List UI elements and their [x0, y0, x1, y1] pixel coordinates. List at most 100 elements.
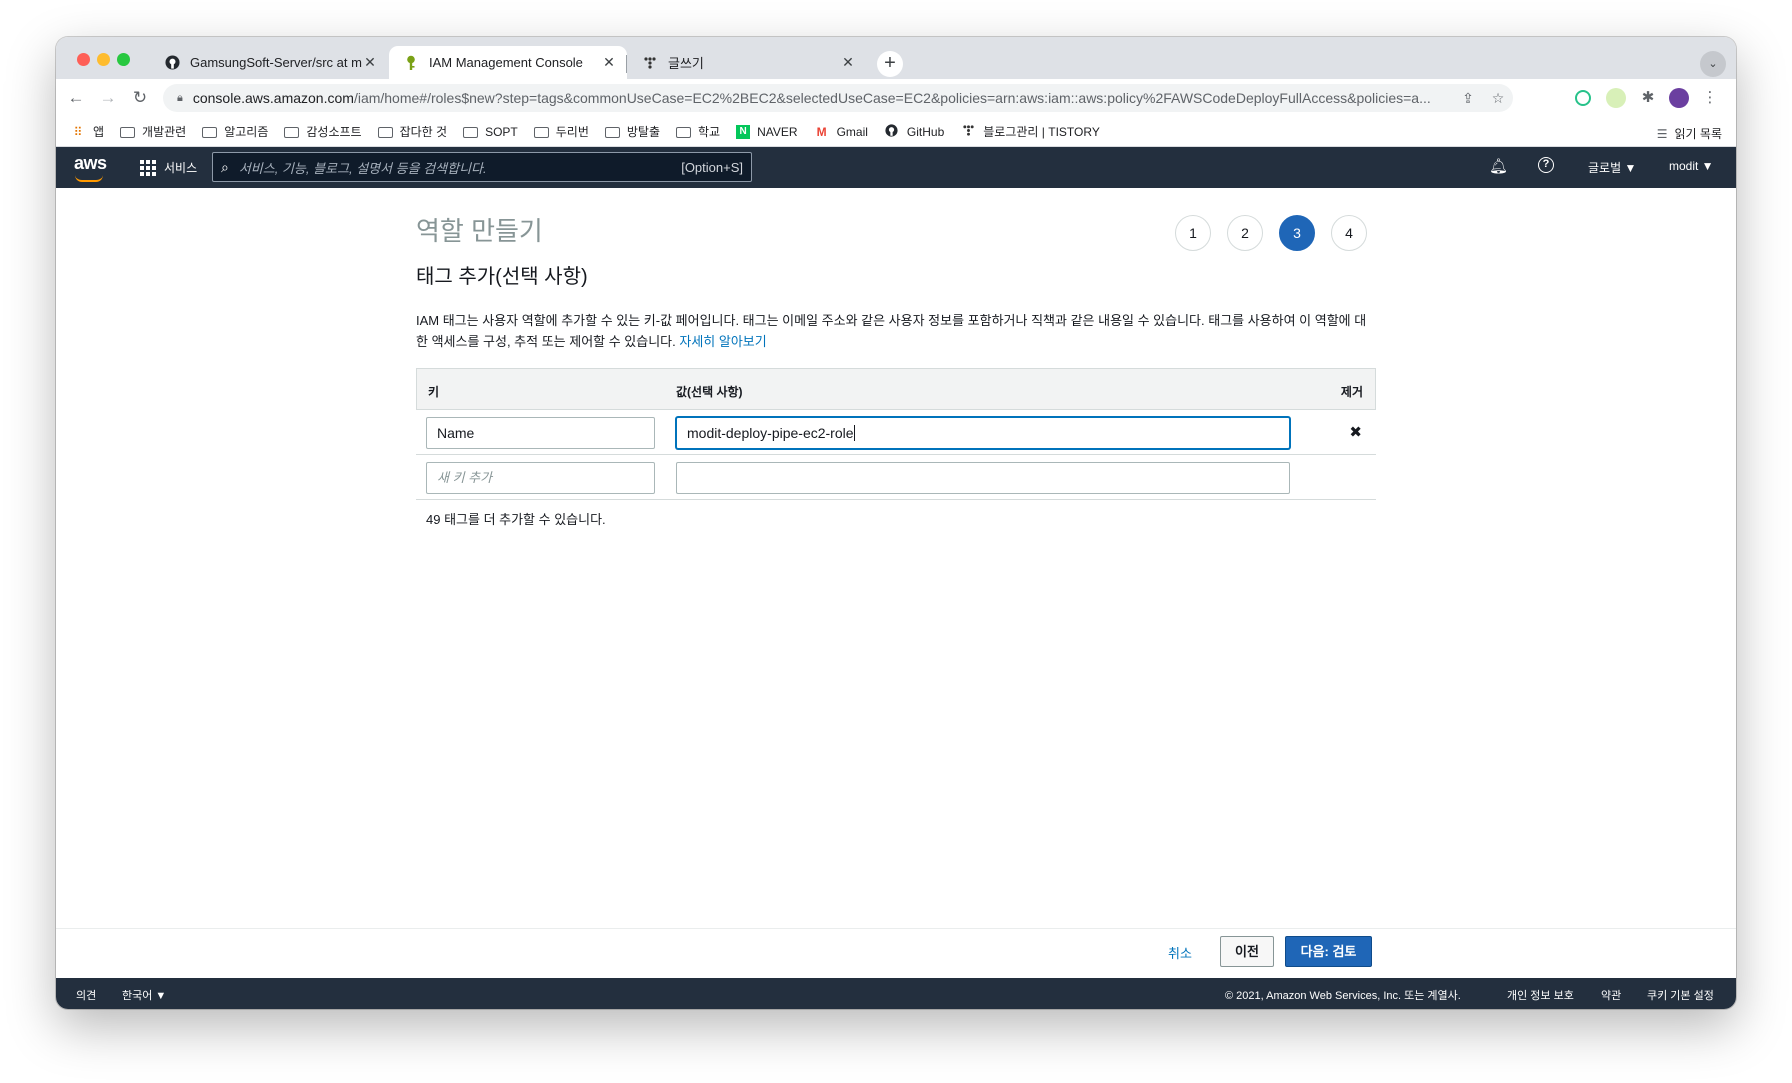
- tab-iam-console[interactable]: IAM Management Console ✕: [389, 46, 627, 79]
- step-4[interactable]: 4: [1331, 215, 1367, 251]
- feedback-link[interactable]: 의견: [76, 987, 96, 1003]
- tab-title: GamsungSoft-Server/src at ma: [190, 55, 362, 70]
- search-icon: ⌕: [221, 158, 229, 175]
- terms-link[interactable]: 약관: [1601, 987, 1621, 1003]
- table-header: 키 값(선택 사항) 제거: [416, 368, 1376, 410]
- bookmark-folder[interactable]: 학교: [676, 123, 720, 140]
- chevron-down-icon: ⌄: [1708, 58, 1718, 70]
- bell-icon[interactable]: 🔔︎: [1489, 157, 1508, 175]
- next-review-button[interactable]: 다음: 검토: [1285, 936, 1372, 967]
- share-icon[interactable]: ⇪: [1453, 90, 1483, 107]
- back-arrow-icon[interactable]: ←: [64, 86, 88, 110]
- bookmark-star-icon[interactable]: ☆: [1483, 90, 1513, 107]
- bookmark-label: GitHub: [906, 124, 945, 139]
- folder-icon: [604, 127, 620, 138]
- close-tab-icon[interactable]: ✕: [601, 54, 617, 71]
- close-tab-icon[interactable]: ✕: [362, 54, 378, 71]
- bookmark-label: SOPT: [485, 124, 518, 139]
- tag-value-input[interactable]: modit-deploy-pipe-ec2-role: [676, 417, 1290, 449]
- kebab-menu-icon[interactable]: ⋮: [1700, 88, 1720, 108]
- console-footer: 의견 한국어 ▼ © 2021, Amazon Web Services, In…: [56, 978, 1736, 1009]
- zoom-window-button[interactable]: [117, 53, 130, 66]
- bookmark-naver[interactable]: N NAVER: [736, 124, 798, 139]
- language-selector[interactable]: 한국어 ▼: [122, 987, 166, 1003]
- services-grid-icon: [140, 159, 156, 176]
- aws-key-icon: [403, 55, 419, 71]
- learn-more-link[interactable]: 자세히 알아보기: [679, 334, 766, 349]
- bookmark-tistory[interactable]: 블로그관리 | TISTORY: [960, 123, 1100, 140]
- bookmark-folder[interactable]: 두리번: [533, 123, 589, 140]
- new-tab-button[interactable]: +: [877, 51, 903, 77]
- bookmark-folder[interactable]: 알고리즘: [202, 123, 268, 140]
- tistory-icon: [642, 55, 658, 71]
- bookmark-label: NAVER: [757, 124, 798, 139]
- tab-strip: GamsungSoft-Server/src at ma ✕ IAM Manag…: [56, 37, 1736, 79]
- close-window-button[interactable]: [77, 53, 90, 66]
- previous-button[interactable]: 이전: [1220, 936, 1274, 967]
- description-text: IAM 태그는 사용자 역할에 추가할 수 있는 키-값 페어입니다. 태그는 …: [416, 313, 1367, 349]
- bookmarks-bar: ⠿ 앱 개발관련 알고리즘 감성소프트 잡다한 것 SOPT 두리번 방탈출 학…: [56, 117, 1736, 147]
- step-1[interactable]: 1: [1175, 215, 1211, 251]
- bookmark-folder[interactable]: 개발관련: [120, 123, 186, 140]
- minimize-window-button[interactable]: [97, 53, 110, 66]
- gmail-icon: M: [816, 124, 827, 139]
- bookmark-apps[interactable]: ⠿ 앱: [70, 123, 104, 140]
- help-icon[interactable]: ?: [1538, 157, 1554, 173]
- column-header-value: 값(선택 사항): [676, 385, 743, 399]
- puzzle-extensions-icon[interactable]: ✱: [1638, 88, 1658, 108]
- naver-icon: N: [736, 124, 751, 139]
- new-value-input[interactable]: [676, 462, 1290, 494]
- tab-search-button[interactable]: ⌄: [1700, 51, 1726, 77]
- bookmark-label: 앱: [93, 125, 105, 139]
- search-placeholder: 서비스, 기능, 블로그, 설명서 등을 검색합니다.: [238, 160, 487, 176]
- cancel-button[interactable]: 취소: [1168, 943, 1192, 962]
- reload-icon[interactable]: ↻: [128, 86, 152, 110]
- reading-list-button[interactable]: ☰ 읽기 목록: [1657, 125, 1722, 142]
- bookmark-github[interactable]: GitHub: [884, 123, 945, 140]
- new-key-input[interactable]: 새 키 추가: [426, 462, 655, 494]
- region-menu[interactable]: 글로벌 ▼: [1588, 159, 1636, 176]
- bookmark-folder[interactable]: 방탈출: [604, 123, 661, 140]
- table-row: Name modit-deploy-pipe-ec2-role ✖: [416, 410, 1376, 455]
- grammarly-extension-icon[interactable]: [1575, 90, 1591, 106]
- bookmark-folder[interactable]: 감성소프트: [284, 123, 362, 140]
- github-icon: [884, 123, 900, 140]
- folder-icon: [120, 127, 136, 138]
- bookmark-label: 블로그관리 | TISTORY: [983, 125, 1100, 139]
- column-header-key: 키: [428, 385, 440, 399]
- github-icon: [164, 55, 180, 71]
- services-label: 서비스: [164, 161, 198, 175]
- account-menu[interactable]: modit ▼: [1669, 159, 1714, 173]
- close-tab-icon[interactable]: ✕: [840, 54, 856, 71]
- bookmark-label: 개발관련: [142, 125, 187, 139]
- privacy-link[interactable]: 개인 정보 보호: [1507, 987, 1574, 1003]
- aws-search-input[interactable]: ⌕ 서비스, 기능, 블로그, 설명서 등을 검색합니다. [Option+S]: [212, 152, 752, 182]
- column-header-remove: 제거: [1340, 385, 1363, 399]
- tab-github[interactable]: GamsungSoft-Server/src at ma ✕: [150, 46, 388, 79]
- profile-avatar[interactable]: [1669, 88, 1689, 108]
- bookmark-label: 감성소프트: [306, 125, 362, 139]
- tab-title: 글쓰기: [668, 56, 704, 71]
- bookmark-label: 방탈출: [626, 125, 661, 139]
- extension-icon[interactable]: [1606, 88, 1626, 108]
- bookmark-folder[interactable]: 잡다한 것: [377, 123, 447, 140]
- tag-key-input[interactable]: Name: [426, 417, 655, 449]
- folder-icon: [676, 127, 692, 138]
- tags-description: IAM 태그는 사용자 역할에 추가할 수 있는 키-값 페어입니다. 태그는 …: [416, 310, 1376, 352]
- bookmark-gmail[interactable]: M Gmail: [814, 125, 868, 139]
- forward-arrow-icon[interactable]: →: [96, 86, 120, 110]
- tab-write[interactable]: 글쓰기 ✕: [628, 46, 866, 79]
- browser-window: GamsungSoft-Server/src at ma ✕ IAM Manag…: [56, 37, 1736, 1009]
- step-3-current: 3: [1279, 215, 1315, 251]
- address-bar[interactable]: 🔒︎ console.aws.amazon.com/iam/home#/role…: [163, 84, 1513, 112]
- services-menu-button[interactable]: 서비스: [140, 159, 197, 176]
- aws-logo[interactable]: aws: [74, 153, 107, 182]
- cookie-preferences-link[interactable]: 쿠키 기본 설정: [1647, 987, 1714, 1003]
- search-shortcut: [Option+S]: [681, 159, 743, 175]
- copyright-text: © 2021, Amazon Web Services, Inc. 또는 계열사…: [1225, 990, 1461, 1002]
- remove-tag-icon[interactable]: ✖: [1349, 423, 1362, 441]
- step-2[interactable]: 2: [1227, 215, 1263, 251]
- bookmark-folder[interactable]: SOPT: [463, 125, 518, 139]
- tags-table: 키 값(선택 사항) 제거 Name modit-deploy-pipe-ec2…: [416, 368, 1376, 500]
- folder-icon: [377, 127, 393, 138]
